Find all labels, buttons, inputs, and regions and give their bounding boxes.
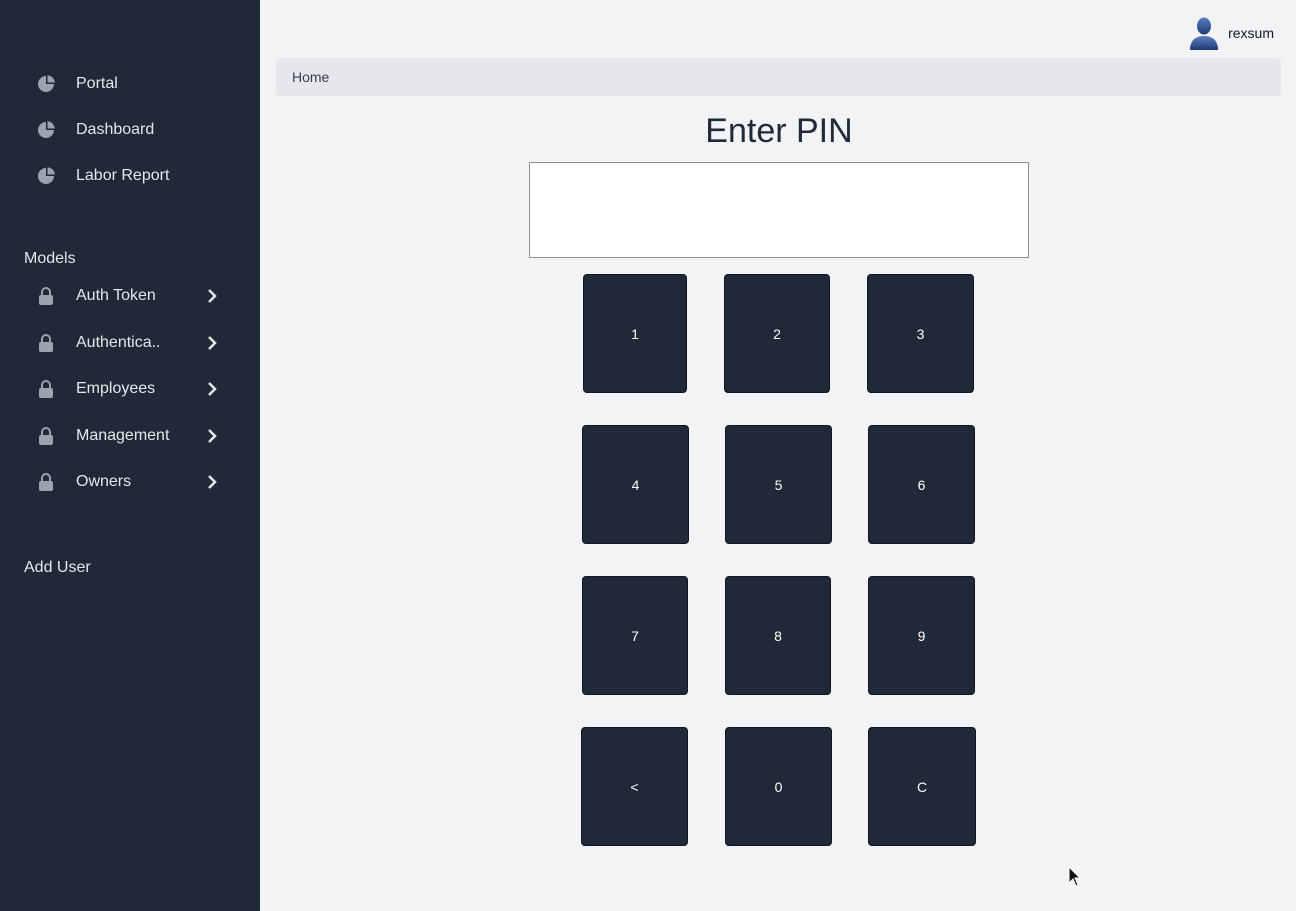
sidebar-item-management[interactable]: Management <box>24 418 236 454</box>
page-title: Enter PIN <box>705 112 853 150</box>
keypad-button-0[interactable]: 0 <box>725 727 832 846</box>
sidebar-item-label: Auth Token <box>76 287 156 304</box>
username: rexsum <box>1228 25 1274 41</box>
sidebar-item-label: Portal <box>76 75 118 92</box>
keypad-button-4[interactable]: 4 <box>582 425 689 544</box>
keypad-button-9[interactable]: 9 <box>868 576 975 695</box>
breadcrumb: Home <box>276 58 1281 96</box>
sidebar-item-labor-report[interactable]: Labor Report <box>24 158 236 194</box>
lock-icon <box>36 333 56 353</box>
backspace-button[interactable]: < <box>581 727 688 846</box>
pie-chart-icon <box>36 166 56 186</box>
chevron-right-icon <box>204 288 220 304</box>
clear-button[interactable]: C <box>868 727 976 846</box>
sidebar-item-label: Owners <box>76 473 132 490</box>
sidebar-item-label: Dashboard <box>76 121 155 138</box>
lock-icon <box>36 379 56 399</box>
sidebar-item-dashboard[interactable]: Dashboard <box>24 112 236 148</box>
chevron-right-icon <box>204 335 220 351</box>
keypad-button-3[interactable]: 3 <box>867 274 974 393</box>
pie-chart-icon <box>36 120 56 140</box>
keypad-button-7[interactable]: 7 <box>582 576 688 695</box>
mouse-cursor-icon <box>1068 865 1082 888</box>
sidebar-item-label: Employees <box>76 380 156 397</box>
chevron-right-icon <box>204 381 220 397</box>
pin-input[interactable] <box>529 162 1029 258</box>
sidebar-item-portal[interactable]: Portal <box>24 66 236 102</box>
lock-icon <box>36 286 56 306</box>
keypad-button-5[interactable]: 5 <box>725 425 832 544</box>
sidebar-item-label: Authentica.. <box>76 334 161 351</box>
pie-chart-icon <box>36 74 56 94</box>
breadcrumb-home[interactable]: Home <box>292 69 329 85</box>
keypad-button-6[interactable]: 6 <box>868 425 975 544</box>
models-section-title: Models <box>24 250 76 267</box>
chevron-right-icon <box>204 428 220 444</box>
sidebar-item-auth-token[interactable]: Auth Token <box>24 278 236 314</box>
keypad-button-1[interactable]: 1 <box>583 274 687 393</box>
sidebar-item-employees[interactable]: Employees <box>24 371 236 407</box>
lock-icon <box>36 472 56 492</box>
chevron-right-icon <box>204 474 220 490</box>
add-user-link[interactable]: Add User <box>24 559 91 577</box>
keypad-button-2[interactable]: 2 <box>724 274 830 393</box>
keypad-button-8[interactable]: 8 <box>725 576 831 695</box>
sidebar: Portal Dashboard Labor Report Models Aut… <box>0 0 260 911</box>
avatar <box>1188 16 1220 50</box>
sidebar-item-label: Management <box>76 427 170 444</box>
sidebar-item-owners[interactable]: Owners <box>24 464 236 500</box>
lock-icon <box>36 426 56 446</box>
user-menu[interactable]: rexsum <box>1188 16 1274 50</box>
sidebar-item-authentication[interactable]: Authentica.. <box>24 325 236 361</box>
sidebar-item-label: Labor Report <box>76 167 170 184</box>
